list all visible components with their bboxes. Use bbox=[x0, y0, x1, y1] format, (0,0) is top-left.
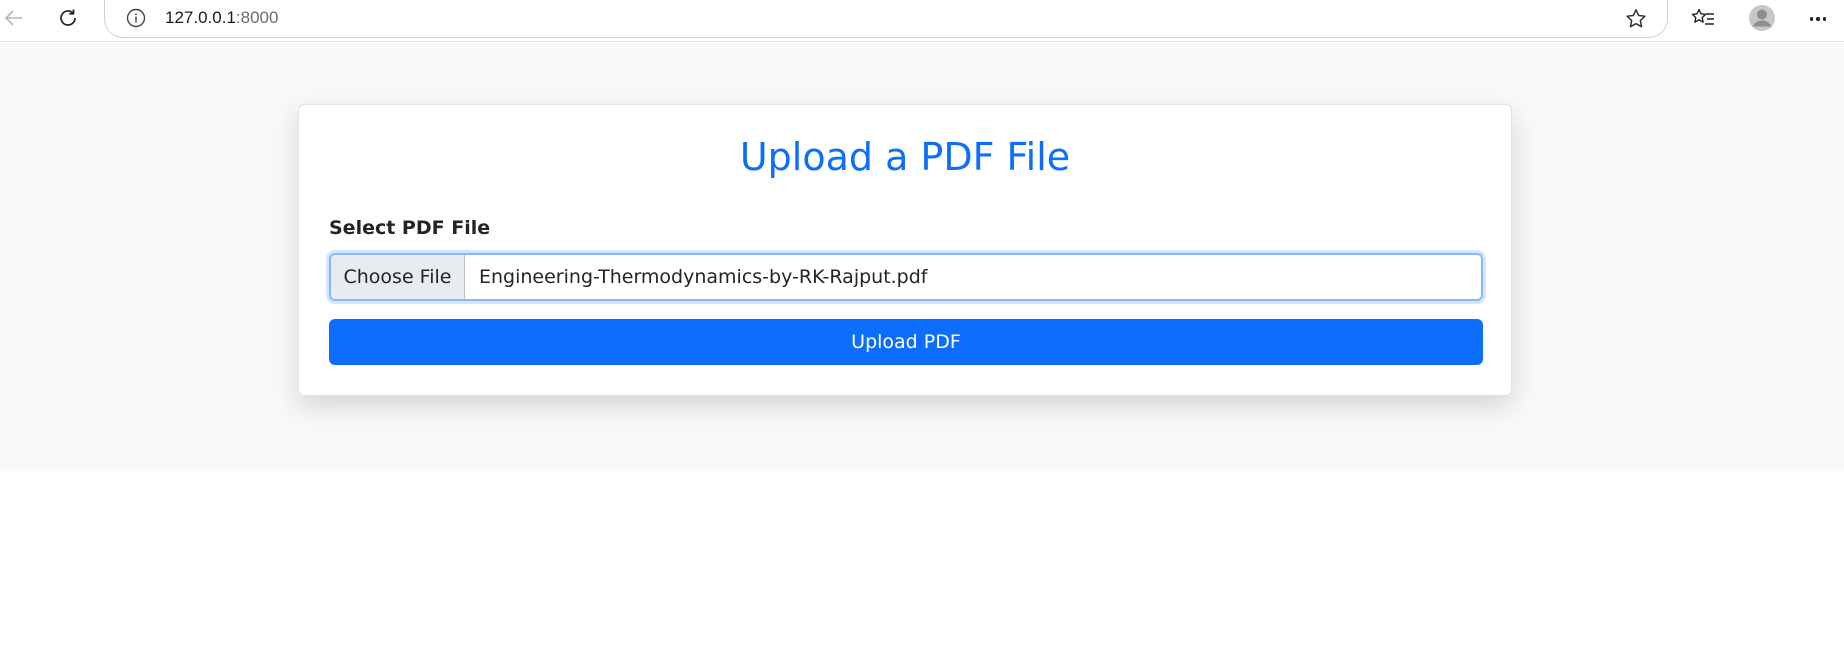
url-port: :8000 bbox=[235, 8, 279, 27]
choose-file-button[interactable]: Choose File bbox=[331, 255, 465, 299]
info-icon[interactable] bbox=[125, 7, 147, 29]
favorites-icon[interactable] bbox=[1688, 4, 1718, 34]
upload-card: Upload a PDF File Select PDF File Choose… bbox=[298, 104, 1512, 396]
page-title: Upload a PDF File bbox=[739, 135, 1071, 179]
selected-file-name: Engineering-Thermodynamics-by-RK-Rajput.… bbox=[479, 266, 928, 288]
profile-icon[interactable] bbox=[1746, 2, 1778, 34]
upload-pdf-button[interactable]: Upload PDF bbox=[329, 319, 1483, 365]
back-button[interactable] bbox=[0, 4, 28, 32]
star-icon[interactable] bbox=[1623, 6, 1649, 32]
address-bar[interactable]: 127.0.0.1:8000 bbox=[104, 0, 1668, 38]
reload-icon bbox=[60, 9, 76, 26]
url-text[interactable]: 127.0.0.1:8000 bbox=[165, 8, 278, 28]
more-icon[interactable] bbox=[1800, 4, 1836, 34]
pdf-file-input[interactable]: Choose File Engineering-Thermodynamics-b… bbox=[329, 253, 1483, 301]
file-field-label: Select PDF File bbox=[329, 217, 491, 239]
url-host: 127.0.0.1 bbox=[165, 8, 236, 27]
browser-toolbar: 127.0.0.1:8000 bbox=[0, 0, 1844, 42]
arrow-left-icon bbox=[4, 10, 22, 26]
reload-button[interactable] bbox=[54, 4, 82, 32]
